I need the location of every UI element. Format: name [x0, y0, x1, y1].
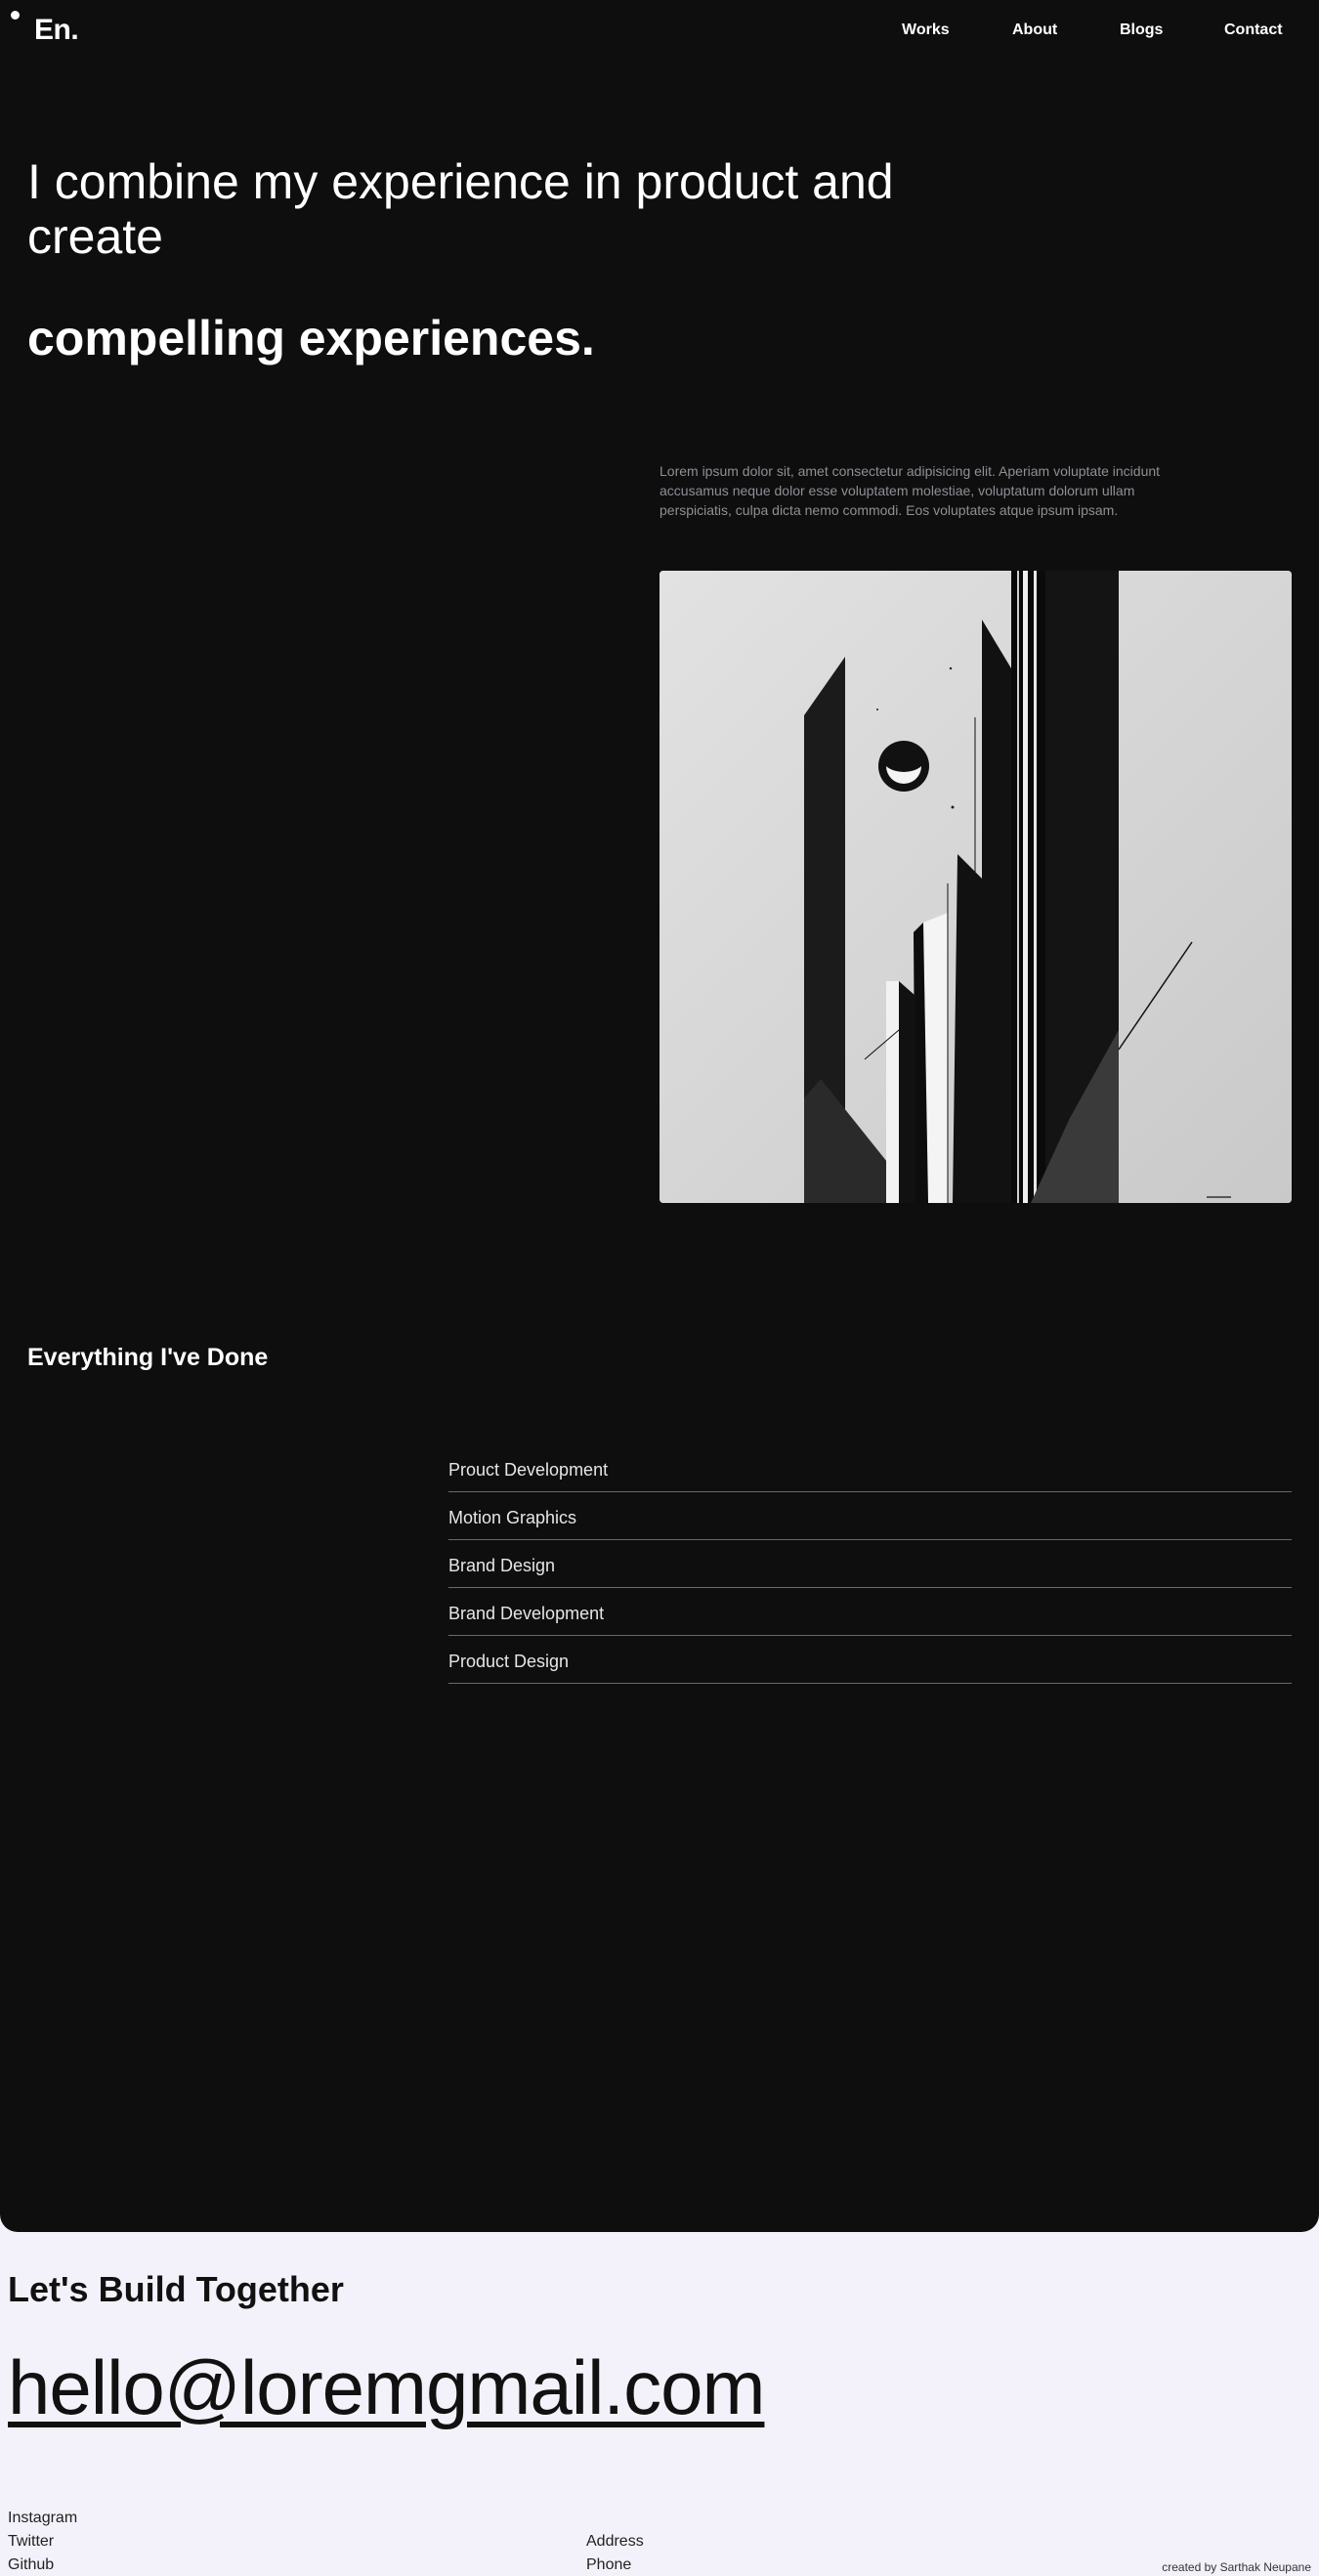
services-list: Prouct Development Motion Graphics Brand…	[448, 1444, 1292, 1684]
contact-info: Address Phone	[586, 2530, 644, 2576]
nav-blogs[interactable]: Blogs	[1120, 21, 1163, 39]
abstract-tower-art	[660, 571, 1292, 1203]
footer-heading: Let's Build Together	[8, 2269, 344, 2309]
contact-address: Address	[586, 2533, 644, 2550]
social-link-twitter[interactable]: Twitter	[8, 2530, 77, 2554]
services-title: Everything I've Done	[27, 1344, 269, 1371]
service-item[interactable]: Brand Development	[448, 1588, 1292, 1636]
service-item[interactable]: Brand Design	[448, 1540, 1292, 1588]
social-link-instagram[interactable]: Instagram	[8, 2507, 77, 2530]
nav-works[interactable]: Works	[902, 21, 950, 39]
social-links: Instagram Twitter Github	[8, 2507, 77, 2576]
service-item[interactable]: Product Design	[448, 1636, 1292, 1684]
credit-text: created by Sarthak Neupane	[1162, 2560, 1311, 2574]
cursor-dot	[11, 11, 20, 20]
hero-headline: I combine my experience in product and c…	[27, 154, 894, 264]
contact-phone: Phone	[586, 2556, 632, 2573]
service-item[interactable]: Prouct Development	[448, 1444, 1292, 1492]
nav-contact[interactable]: Contact	[1224, 21, 1283, 39]
logo[interactable]: En.	[34, 14, 79, 47]
hero-artwork	[660, 571, 1292, 1203]
service-item[interactable]: Motion Graphics	[448, 1492, 1292, 1540]
nav-about[interactable]: About	[1012, 21, 1057, 39]
intro-paragraph: Lorem ipsum dolor sit, amet consectetur …	[660, 463, 1161, 518]
email-link[interactable]: hello@loremgmail.com	[8, 2343, 765, 2431]
social-link-github[interactable]: Github	[8, 2554, 77, 2576]
hero-headline-2: compelling experiences.	[27, 311, 595, 365]
